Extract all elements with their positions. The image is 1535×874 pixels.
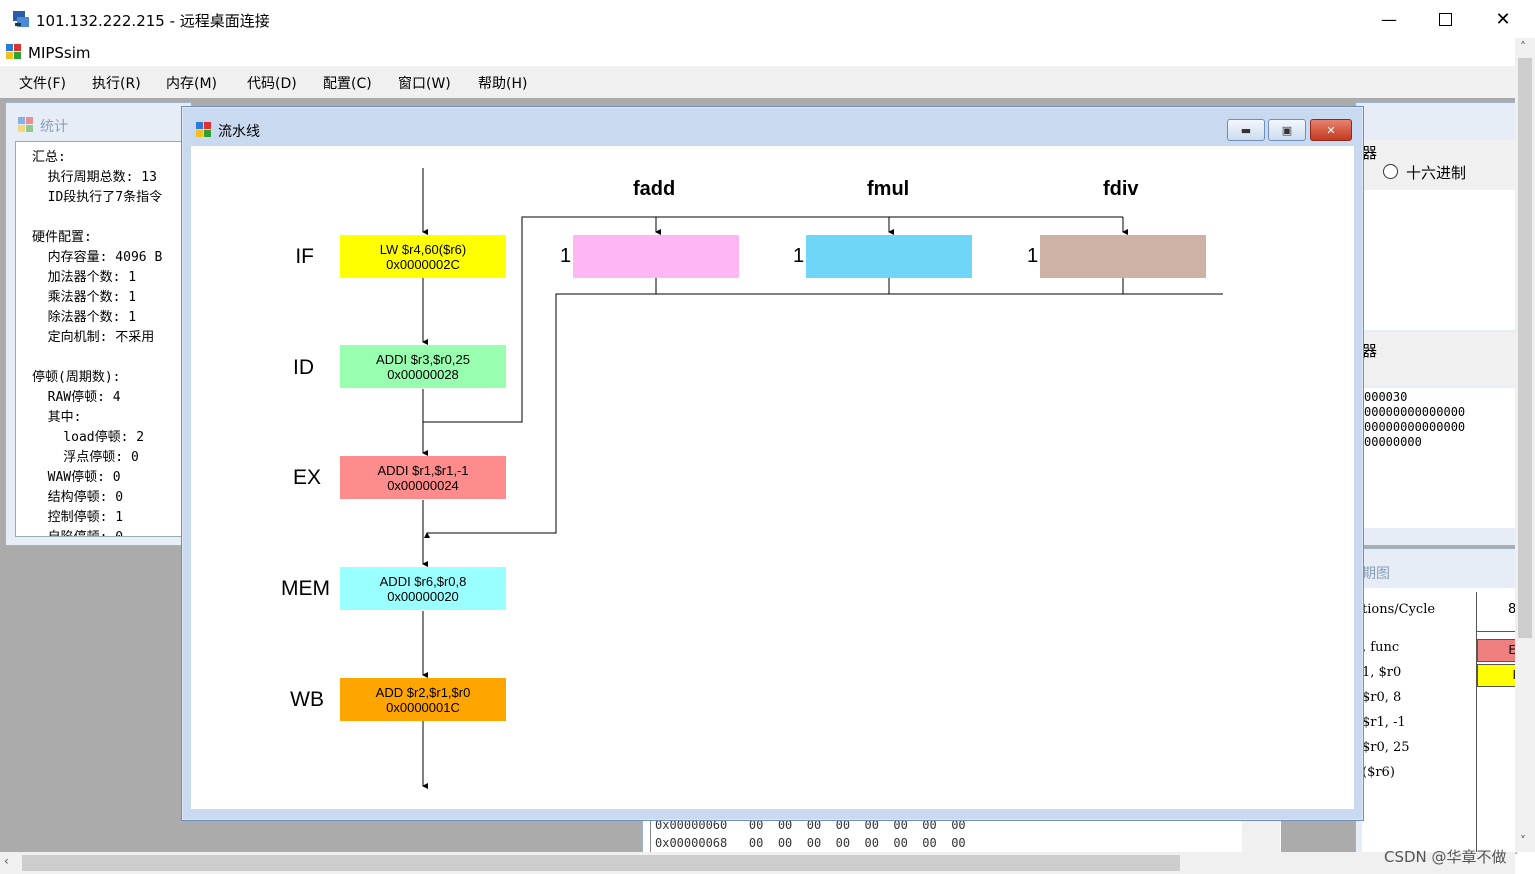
stage-instr: ADDI $r3,$r0,25 — [376, 351, 470, 367]
horizontal-scroll-thumb[interactable] — [22, 855, 1180, 871]
stage-label-id: ID — [293, 356, 314, 379]
scroll-up-icon[interactable]: ˄ — [1520, 40, 1526, 54]
pipeline-connectors — [422, 168, 1223, 789]
stage-label-if: IF — [295, 245, 314, 268]
scroll-left-icon[interactable]: ‹ — [4, 854, 9, 868]
stage-addr: 0x0000001C — [386, 699, 460, 715]
stage-box-mem: ADDI $r6,$r0,8 0x00000020 — [340, 567, 506, 610]
stage-addr: 0x00000024 — [387, 477, 459, 493]
fu-label-fmul: fmul — [867, 178, 910, 200]
stage-label-wb: WB — [290, 688, 324, 711]
vertical-scroll-thumb[interactable] — [1518, 58, 1532, 638]
scroll-down-icon[interactable]: ˅ — [1520, 834, 1526, 848]
stage-box-ex: ADDI $r1,$r1,-1 0x00000024 — [340, 456, 506, 499]
stage-box-if: LW $r4,60($r6) 0x0000002C — [340, 235, 506, 278]
stage-box-wb: ADD $r2,$r1,$r0 0x0000001C — [340, 678, 506, 721]
fu-count-fdiv: 1 — [1027, 245, 1039, 267]
fu-box-fadd — [573, 235, 739, 278]
fu-box-fmul — [806, 235, 972, 278]
stage-label-ex: EX — [292, 466, 321, 489]
stage-addr: 0x00000028 — [387, 366, 459, 382]
stage-instr: ADD $r2,$r1,$r0 — [375, 684, 471, 700]
stage-instr: ADDI $r6,$r0,8 — [379, 573, 467, 589]
fu-count-fadd: 1 — [560, 245, 572, 267]
stage-box-id: ADDI $r3,$r0,25 0x00000028 — [340, 345, 506, 388]
watermark: CSDN @华章不做 — [1384, 848, 1507, 866]
fu-label-fadd: fadd — [633, 178, 676, 200]
stage-instr: ADDI $r1,$r1,-1 — [377, 462, 469, 478]
stage-addr: 0x0000002C — [386, 256, 460, 272]
fu-label-fdiv: fdiv — [1103, 178, 1139, 200]
fu-count-fmul: 1 — [793, 245, 805, 267]
stage-addr: 0x00000020 — [387, 588, 459, 604]
fu-box-fdiv — [1040, 235, 1206, 278]
stage-instr: LW $r4,60($r6) — [379, 241, 467, 257]
stage-label-mem: MEM — [281, 577, 330, 600]
